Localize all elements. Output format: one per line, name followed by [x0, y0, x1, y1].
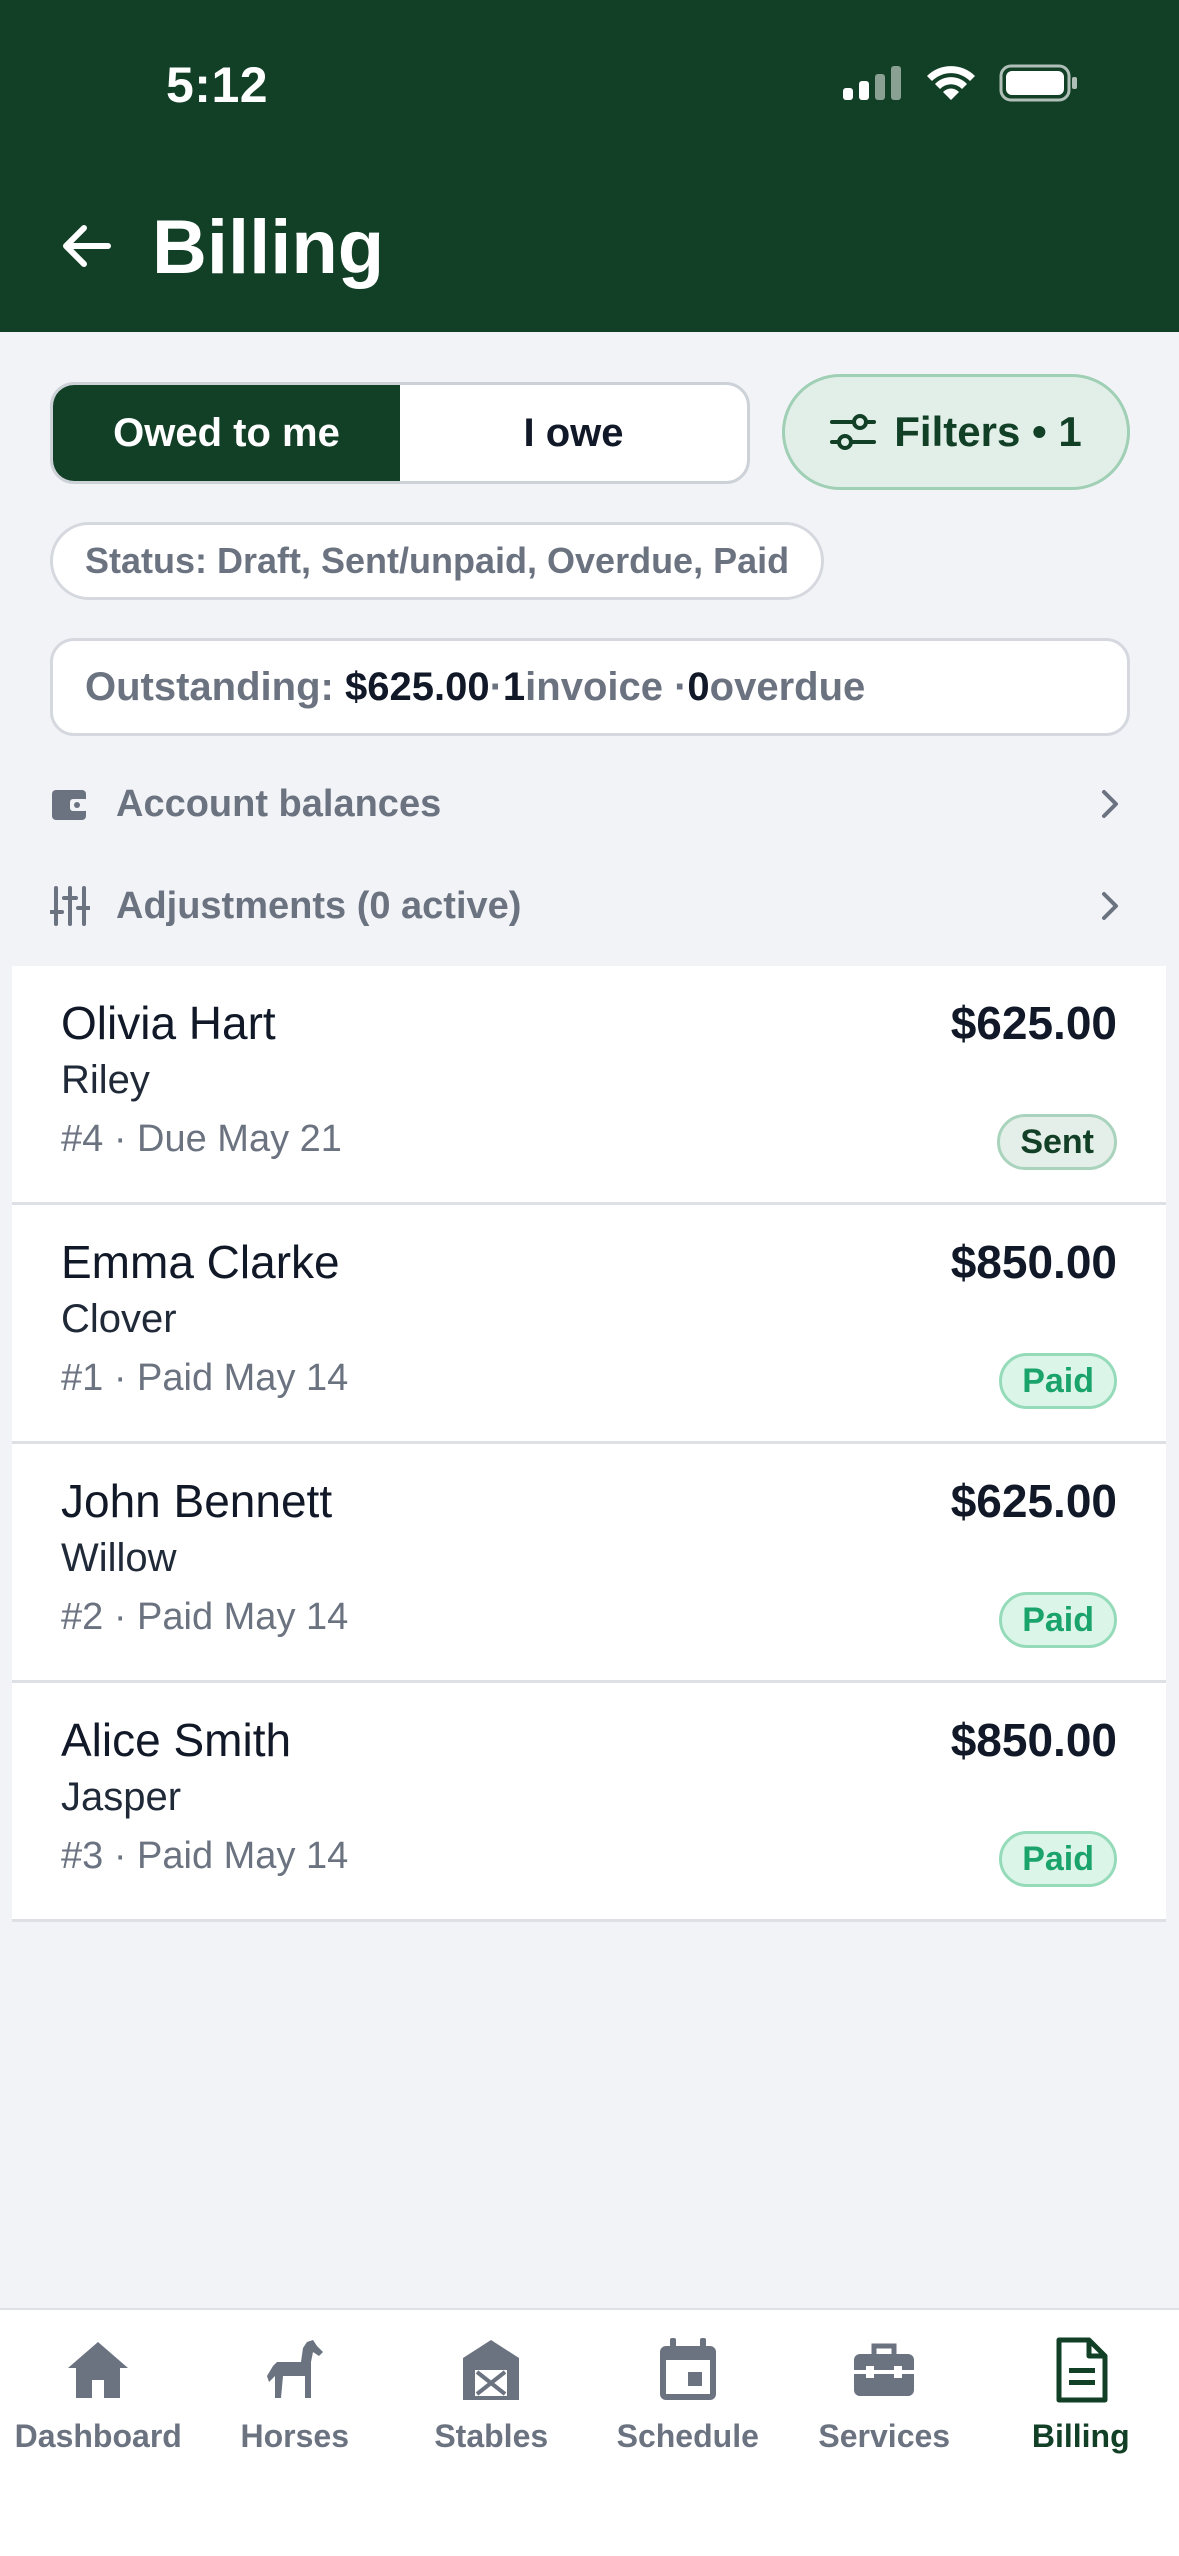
- tab-label: Stables: [434, 2418, 549, 2454]
- invoice-meta: #4 · Due May 21: [61, 1118, 342, 1160]
- invoice-meta: #2 · Paid May 14: [61, 1596, 349, 1638]
- chevron-right-icon: [1102, 790, 1118, 818]
- summary-invoice-count: 1: [502, 664, 526, 709]
- client-name: Emma Clarke: [61, 1236, 340, 1288]
- wallet-icon: [52, 790, 88, 820]
- invoice-row[interactable]: Alice Smith Jasper #3 · Paid May 14 $850…: [12, 1683, 1166, 1922]
- status-badge: Sent: [997, 1114, 1117, 1170]
- summary-invoice-label: invoice ·: [525, 664, 688, 709]
- bottom-tab-bar: Dashboard Horses Stables Schedule Servic…: [0, 2308, 1179, 2556]
- account-balances-link[interactable]: Account balances: [50, 764, 1130, 844]
- tab-schedule[interactable]: Schedule: [590, 2310, 787, 2556]
- tab-label: Horses: [240, 2418, 350, 2454]
- adjustments-sliders-icon: [50, 886, 90, 926]
- invoice-row[interactable]: Emma Clarke Clover #1 · Paid May 14 $850…: [12, 1205, 1166, 1444]
- invoice-meta: #1 · Paid May 14: [61, 1357, 349, 1399]
- filters-button[interactable]: Filters • 1: [782, 374, 1130, 490]
- horse-name: Jasper: [61, 1775, 182, 1819]
- client-name: John Bennett: [61, 1475, 333, 1527]
- status-icons: [843, 64, 1079, 102]
- tab-label: Billing: [1031, 2418, 1130, 2454]
- horse-name: Willow: [61, 1536, 177, 1580]
- tab-services[interactable]: Services: [786, 2310, 983, 2556]
- outstanding-summary: Outstanding: $625.00 · 1 invoice · 0 ove…: [50, 638, 1130, 736]
- client-name: Olivia Hart: [61, 997, 276, 1049]
- invoice-icon: [1056, 2337, 1108, 2403]
- summary-amount: $625.00: [344, 664, 490, 709]
- account-balances-label: Account balances: [116, 782, 442, 825]
- invoice-list: Olivia Hart Riley #4 · Due May 21 $625.0…: [12, 966, 1166, 1922]
- tab-dashboard[interactable]: Dashboard: [0, 2310, 197, 2556]
- app-header: 5:12 Billing: [0, 0, 1179, 332]
- horse-icon: [266, 2340, 323, 2398]
- status-filter-chip[interactable]: Status: Draft, Sent/unpaid, Overdue, Pai…: [50, 522, 825, 600]
- filters-label: Filters • 1: [894, 408, 1082, 455]
- status-badge: Paid: [999, 1592, 1117, 1648]
- battery-icon: [999, 64, 1077, 102]
- summary-prefix: Outstanding:: [85, 664, 334, 709]
- segment-i-owe[interactable]: I owe: [400, 385, 747, 481]
- page-title: Billing: [152, 205, 385, 290]
- adjustments-link[interactable]: Adjustments (0 active): [50, 866, 1130, 946]
- home-icon: [68, 2342, 129, 2398]
- adjustments-label: Adjustments (0 active): [116, 884, 522, 927]
- horse-name: Clover: [61, 1297, 177, 1341]
- tab-horses[interactable]: Horses: [197, 2310, 394, 2556]
- wifi-icon: [927, 66, 975, 100]
- summary-sep: ·: [489, 664, 503, 709]
- status-time: 5:12: [166, 57, 269, 113]
- stable-icon: [463, 2340, 520, 2400]
- tab-billing[interactable]: Billing: [983, 2310, 1179, 2556]
- segment-owed-to-me[interactable]: Owed to me: [53, 385, 400, 481]
- client-name: Alice Smith: [61, 1714, 292, 1766]
- toolbox-icon: [854, 2343, 915, 2396]
- invoice-amount: $625.00: [950, 1475, 1117, 1527]
- status-badge: Paid: [999, 1353, 1117, 1409]
- tab-stables[interactable]: Stables: [393, 2310, 590, 2556]
- back-arrow-icon[interactable]: [58, 218, 114, 274]
- invoice-meta: #3 · Paid May 14: [61, 1835, 349, 1877]
- direction-segmented-control: Owed to me I owe: [50, 382, 750, 484]
- invoice-amount: $850.00: [950, 1714, 1117, 1766]
- status-badge: Paid: [999, 1831, 1117, 1887]
- signal-icon: [843, 66, 901, 100]
- tab-label: Services: [818, 2418, 951, 2454]
- invoice-row[interactable]: John Bennett Willow #2 · Paid May 14 $62…: [12, 1444, 1166, 1683]
- invoice-row[interactable]: Olivia Hart Riley #4 · Due May 21 $625.0…: [12, 966, 1166, 1205]
- sliders-icon: [830, 414, 877, 450]
- tab-label: Dashboard: [14, 2418, 182, 2454]
- summary-overdue-label: overdue: [709, 664, 866, 709]
- horse-name: Riley: [61, 1058, 150, 1102]
- calendar-icon: [659, 2338, 716, 2400]
- invoice-amount: $625.00: [950, 997, 1117, 1049]
- invoice-amount: $850.00: [950, 1236, 1117, 1288]
- tab-label: Schedule: [616, 2418, 759, 2454]
- summary-overdue-count: 0: [687, 664, 710, 709]
- chevron-right-icon: [1102, 892, 1118, 920]
